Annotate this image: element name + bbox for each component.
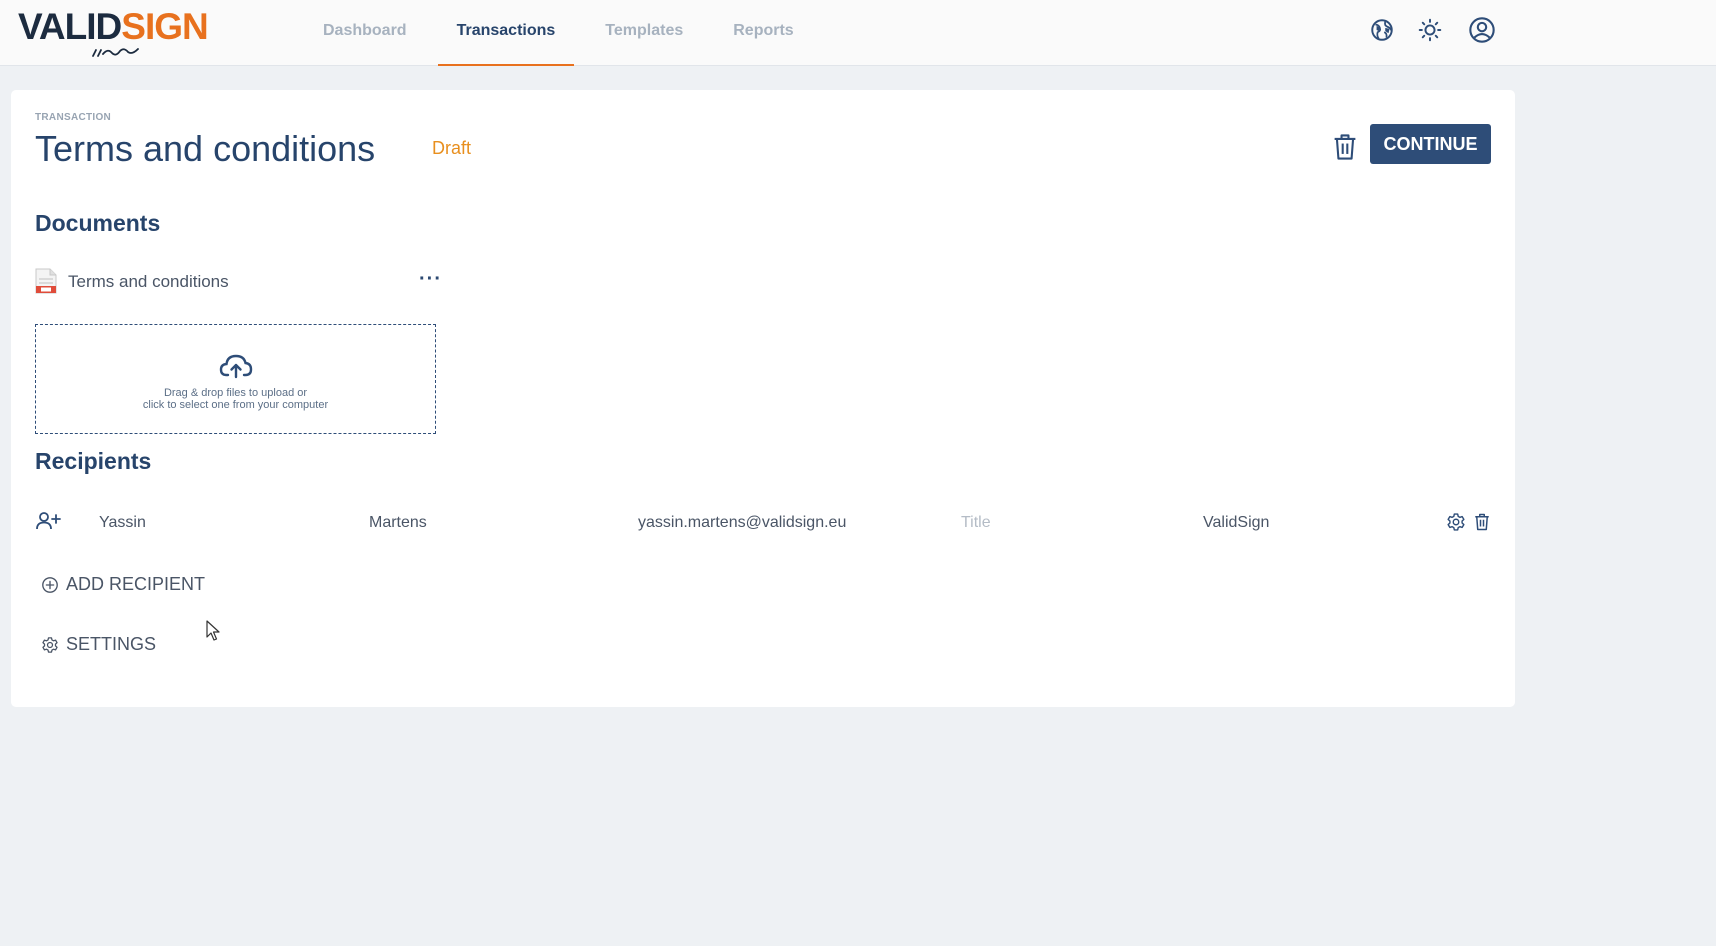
- signature-squiggle-icon: [92, 48, 139, 57]
- sun-icon[interactable]: [1417, 17, 1443, 43]
- continue-button[interactable]: CONTINUE: [1370, 124, 1491, 164]
- recipient-title-field[interactable]: Title: [961, 514, 991, 532]
- nav-tab-transactions[interactable]: Transactions: [437, 0, 575, 66]
- add-recipient-button[interactable]: ADD RECIPIENT: [41, 574, 205, 595]
- page-eyebrow: TRANSACTION: [35, 112, 112, 123]
- nav-tab-label: Transactions: [456, 22, 556, 39]
- nav-tab-templates[interactable]: Templates: [586, 0, 702, 66]
- page-title[interactable]: Terms and conditions: [35, 128, 375, 170]
- recipient-first-name[interactable]: Yassin: [99, 514, 146, 532]
- user-account-icon[interactable]: [1468, 16, 1496, 44]
- add-user-icon[interactable]: [35, 510, 61, 532]
- documents-heading: Documents: [35, 210, 161, 236]
- plus-circle-icon: [42, 576, 58, 593]
- recipient-last-name[interactable]: Martens: [369, 514, 427, 532]
- recipient-company[interactable]: ValidSign: [1203, 514, 1269, 532]
- add-recipient-label: ADD RECIPIENT: [66, 574, 206, 594]
- recipient-settings-gear-icon[interactable]: [1446, 512, 1466, 532]
- cloud-upload-icon: [219, 354, 253, 379]
- logo-valid-text: VALID: [18, 6, 122, 47]
- logo-sign-text: SIGN: [121, 6, 208, 47]
- nav-tab-dashboard[interactable]: Dashboard: [304, 0, 426, 66]
- settings-button[interactable]: SETTINGS: [41, 634, 156, 655]
- globe-icon[interactable]: [1369, 17, 1395, 43]
- document-item[interactable]: Terms and conditions ···: [35, 266, 448, 298]
- delete-transaction-icon[interactable]: [1331, 132, 1359, 162]
- logo-wordmark: VALIDSIGN: [18, 6, 209, 48]
- top-navigation-bar: VALIDSIGN Dashboard Transactions Templat…: [0, 0, 1716, 66]
- nav-tab-label: Reports: [733, 22, 794, 39]
- document-name: Terms and conditions: [68, 272, 229, 291]
- recipient-email[interactable]: yassin.martens@validsign.eu: [638, 514, 846, 532]
- mouse-pointer-icon: [206, 620, 220, 641]
- pdf-file-icon: [35, 268, 57, 294]
- nav-tab-label: Templates: [605, 22, 684, 39]
- dropzone-instruction-line2: click to select one from your computer: [142, 399, 329, 411]
- recipients-heading: Recipients: [35, 448, 152, 474]
- main-nav: Dashboard Transactions Templates Reports: [304, 0, 825, 66]
- document-more-menu[interactable]: ···: [419, 268, 442, 291]
- transaction-card: TRANSACTION Terms and conditions Draft C…: [11, 90, 1515, 707]
- recipient-row: Yassin Martens yassin.martens@validsign.…: [35, 508, 1491, 538]
- dropzone-instruction-line1: Drag & drop files to upload or: [163, 387, 308, 399]
- file-upload-dropzone[interactable]: Drag & drop files to upload or click to …: [35, 324, 436, 434]
- settings-label: SETTINGS: [66, 634, 157, 654]
- status-badge: Draft: [432, 138, 472, 158]
- validsign-logo[interactable]: VALIDSIGN: [18, 4, 209, 60]
- nav-tab-label: Dashboard: [323, 22, 407, 39]
- recipient-delete-icon[interactable]: [1473, 511, 1491, 533]
- nav-tab-reports[interactable]: Reports: [714, 0, 812, 66]
- settings-gear-icon: [42, 636, 58, 653]
